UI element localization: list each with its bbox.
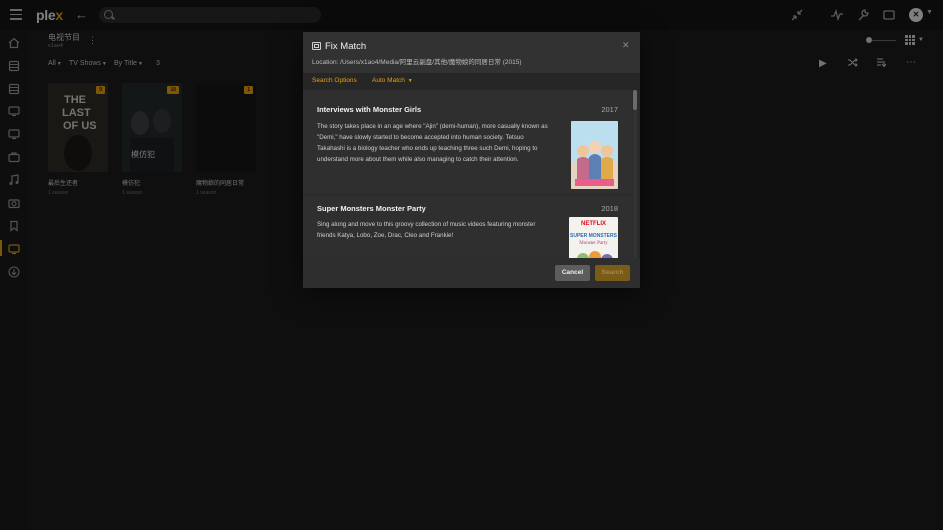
match-icon [312, 42, 321, 50]
result-item[interactable]: Interviews with Monster Girls 2017 The s… [303, 90, 632, 194]
plex-app: plex ← ✕ ▼ 电视节目 x1ao4 ⋮ All▼ TV Shows▼ B… [0, 0, 943, 530]
location-text: Location: /Users/x1ao4/Media/阿里云副盘/其他/魔物… [312, 59, 522, 66]
result-year: 2018 [601, 204, 618, 213]
chevron-down-icon: ▼ [407, 78, 413, 84]
dialog-title: Fix Match [325, 41, 367, 52]
tab-auto-match[interactable]: Auto Match ▼ [372, 77, 413, 84]
dialog-tabs: Search Options Auto Match ▼ [303, 73, 640, 90]
poster-title-line1: SUPER MONSTERS [570, 233, 618, 239]
result-item[interactable]: Super Monsters Monster Party 2018 Sing a… [303, 196, 632, 258]
fix-match-dialog: Fix Match ✕ Location: /Users/x1ao4/Media… [303, 32, 640, 288]
scrollbar-thumb[interactable] [633, 90, 637, 110]
result-summary: The story takes place in an age where "A… [317, 123, 548, 163]
results-list[interactable]: Interviews with Monster Girls 2017 The s… [303, 90, 640, 258]
result-summary: Sing along and move to this groovy colle… [317, 221, 536, 239]
dialog-header: Fix Match ✕ Location: /Users/x1ao4/Media… [303, 32, 640, 73]
cancel-button[interactable]: Cancel [555, 265, 590, 281]
result-poster: NETFLIX SUPER MONSTERS Monster Party [569, 217, 618, 258]
result-title: Interviews with Monster Girls [317, 105, 422, 114]
netflix-logo-text: NETFLIX [581, 221, 606, 227]
results-scrollbar[interactable] [633, 90, 637, 258]
poster-title-line2: Monster Party [579, 241, 608, 246]
search-button[interactable]: Search [595, 265, 630, 281]
result-title: Super Monsters Monster Party [317, 204, 426, 213]
result-poster [571, 121, 618, 189]
result-year: 2017 [601, 105, 618, 114]
tab-search-options[interactable]: Search Options [312, 77, 357, 84]
dialog-footer: Cancel Search [303, 258, 640, 288]
close-icon[interactable]: ✕ [622, 40, 630, 51]
